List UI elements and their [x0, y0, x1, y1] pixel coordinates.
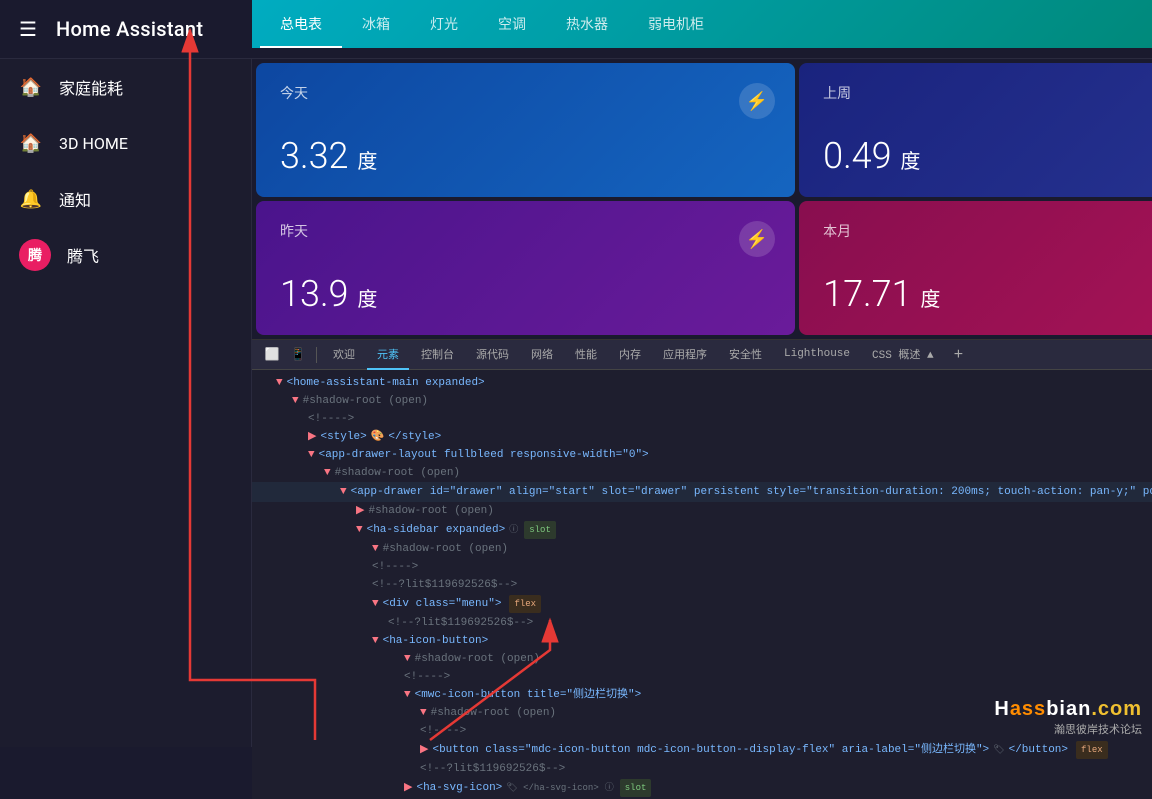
stat-card-lastweek: 上周 0.49 度 ⚡ — [799, 63, 1152, 197]
notifications-icon: 🔔 — [19, 187, 43, 211]
stat-card-thismonth: 本月 17.71 度 ⚡ — [799, 201, 1152, 335]
tab-bingxiang[interactable]: 冰箱 — [342, 2, 410, 48]
code-line[interactable]: ▼ #shadow-root (open) — [252, 650, 1152, 668]
code-line[interactable]: ▼ <ha-sidebar expanded> ⓘ slot — [252, 520, 1152, 540]
devtools-tab-performance[interactable]: 性能 — [565, 340, 607, 370]
code-line[interactable]: ▼ <home-assistant-main expanded> — [252, 374, 1152, 392]
code-line[interactable]: ▶ <button class="mdc-icon-button mdc-ico… — [252, 740, 1152, 760]
sidebar-item-label: 3D HOME — [59, 134, 128, 153]
app-title: Home Assistant — [56, 17, 203, 41]
sidebar-item-label: 家庭能耗 — [59, 75, 123, 99]
stat-card-today: 今天 3.32 度 ⚡ — [256, 63, 795, 197]
tab-ruodianji[interactable]: 弱电机柜 — [628, 2, 724, 48]
code-line[interactable]: ▶ <ha-svg-icon> 🏷 </ha-svg-icon> ⓘ slot — [252, 778, 1152, 798]
sidebar-item-3d-home[interactable]: 🏠 3D HOME — [0, 115, 251, 171]
code-line[interactable]: ▶ #shadow-root (open) — [252, 502, 1152, 520]
code-line[interactable]: ▼ <ha-icon-button> — [252, 632, 1152, 650]
devtools-tab-application[interactable]: 应用程序 — [653, 340, 717, 370]
stat-label: 上周 — [823, 83, 1152, 103]
code-line[interactable]: ▼ #shadow-root (open) — [252, 540, 1152, 558]
watermark-logo: Hassbian.com — [994, 698, 1142, 721]
stat-value: 3.32 度 — [280, 135, 771, 177]
code-line[interactable]: ▼ <div class="menu"> flex — [252, 594, 1152, 614]
lightning-icon-3: ⚡ — [739, 221, 775, 257]
sidebar-item-label: 腾飞 — [67, 243, 99, 267]
devtools-add-tab[interactable]: + — [946, 346, 972, 364]
code-line: <!----> — [252, 558, 1152, 576]
code-line[interactable]: ▼ #shadow-root (open) — [252, 464, 1152, 482]
avatar: 腾 — [19, 239, 51, 271]
stat-value: 0.49 度 — [823, 135, 1152, 177]
menu-icon[interactable]: ☰ — [16, 17, 40, 41]
code-line[interactable]: ▼ <app-drawer-layout fullbleed responsiv… — [252, 446, 1152, 464]
dashboard: 今天 3.32 度 ⚡ 上周 0.49 度 ⚡ 昨天 13 — [252, 59, 1152, 339]
home-energy-icon: 🏠 — [19, 75, 43, 99]
tab-bar: 总电表 冰箱 灯光 空调 热水器 弱电机柜 — [252, 0, 1152, 48]
watermark-tagline: 瀚思彼岸技术论坛 — [994, 721, 1142, 737]
sidebar-item-label: 通知 — [59, 187, 91, 211]
devtools-tab-lighthouse[interactable]: Lighthouse — [774, 340, 860, 370]
devtools-tab-memory[interactable]: 内存 — [609, 340, 651, 370]
devtools-mobile-icon[interactable]: 📱 — [286, 343, 310, 367]
code-line: <!--?lit$119692526$--> — [252, 576, 1152, 594]
devtools-tab-css[interactable]: CSS 概述 ▲ — [862, 340, 944, 370]
code-line: <!----> — [252, 410, 1152, 428]
watermark: Hassbian.com 瀚思彼岸技术论坛 — [994, 698, 1142, 737]
code-line: <!--?lit$119692526$--> — [252, 614, 1152, 632]
devtools-tab-elements[interactable]: 元素 — [367, 340, 409, 370]
sidebar: 🏠 家庭能耗 🏠 3D HOME 🔔 通知 腾 腾飞 — [0, 59, 252, 747]
3d-home-icon: 🏠 — [19, 131, 43, 155]
devtools-tab-welcome[interactable]: 欢迎 — [323, 340, 365, 370]
tab-reshuiqi[interactable]: 热水器 — [546, 2, 628, 48]
code-line: <!--?lit$119692526$--> — [252, 760, 1152, 778]
stat-label: 昨天 — [280, 221, 771, 241]
devtools-tab-sources[interactable]: 源代码 — [466, 340, 519, 370]
devtools-tab-network[interactable]: 网络 — [521, 340, 563, 370]
stat-value: 13.9 度 — [280, 273, 771, 315]
devtools-inspect-icon[interactable]: ⬜ — [260, 343, 284, 367]
stat-value: 17.71 度 — [823, 273, 1152, 315]
stat-card-yesterday: 昨天 13.9 度 ⚡ — [256, 201, 795, 335]
stat-label: 本月 — [823, 221, 1152, 241]
sidebar-item-notifications[interactable]: 🔔 通知 — [0, 171, 251, 227]
devtools-tab-security[interactable]: 安全性 — [719, 340, 772, 370]
code-line[interactable]: ▼ #shadow-root (open) — [252, 392, 1152, 410]
stat-label: 今天 — [280, 83, 771, 103]
code-line[interactable]: ▼ <app-drawer id="drawer" align="start" … — [252, 482, 1152, 502]
tab-zongdianbiao[interactable]: 总电表 — [260, 2, 342, 48]
tab-dengguang[interactable]: 灯光 — [410, 2, 478, 48]
sidebar-item-home-energy[interactable]: 🏠 家庭能耗 — [0, 59, 251, 115]
lightning-icon-1: ⚡ — [739, 83, 775, 119]
code-line: <!----> — [252, 668, 1152, 686]
tab-kongtiao[interactable]: 空调 — [478, 2, 546, 48]
sidebar-item-tengfei[interactable]: 腾 腾飞 — [0, 227, 251, 283]
devtools-tab-console[interactable]: 控制台 — [411, 340, 464, 370]
devtools-tab-bar: ⬜ 📱 欢迎 元素 控制台 源代码 网络 性能 内存 应用程序 安全性 Ligh… — [252, 340, 1152, 370]
devtools-separator — [316, 347, 317, 363]
code-line[interactable]: ▶ <style> 🎨 </style> — [252, 428, 1152, 446]
